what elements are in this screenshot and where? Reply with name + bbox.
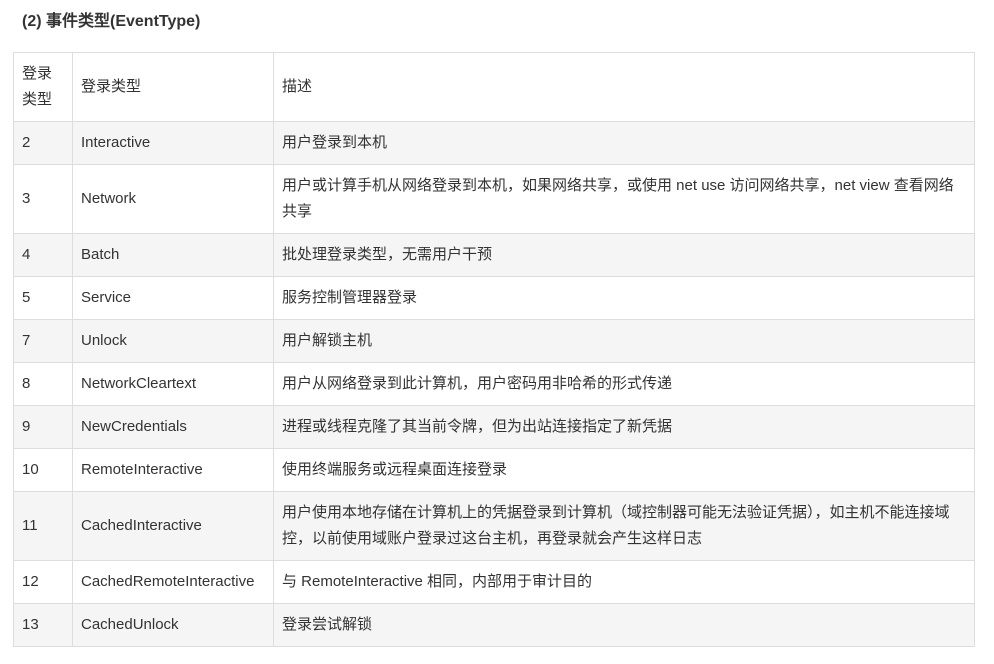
table-row: 2 Interactive 用户登录到本机: [13, 121, 975, 165]
header-logon-type: 登录类型: [72, 52, 274, 122]
cell-type: Batch: [72, 233, 274, 277]
cell-id: 10: [13, 448, 73, 492]
cell-id: 2: [13, 121, 73, 165]
cell-description: 批处理登录类型，无需用户干预: [273, 233, 975, 277]
cell-type: Network: [72, 164, 274, 234]
cell-type: CachedRemoteInteractive: [72, 560, 274, 604]
cell-description: 使用终端服务或远程桌面连接登录: [273, 448, 975, 492]
cell-id: 3: [13, 164, 73, 234]
cell-description: 与 RemoteInteractive 相同，内部用于审计目的: [273, 560, 975, 604]
cell-type: Interactive: [72, 121, 274, 165]
cell-type: NetworkCleartext: [72, 362, 274, 406]
table-row: 11 CachedInteractive 用户使用本地存储在计算机上的凭据登录到…: [13, 491, 975, 561]
table-row: 7 Unlock 用户解锁主机: [13, 319, 975, 363]
cell-id: 8: [13, 362, 73, 406]
cell-id: 9: [13, 405, 73, 449]
table-row: 9 NewCredentials 进程或线程克隆了其当前令牌，但为出站连接指定了…: [13, 405, 975, 449]
cell-description: 登录尝试解锁: [273, 603, 975, 647]
cell-type: NewCredentials: [72, 405, 274, 449]
table-row: 5 Service 服务控制管理器登录: [13, 276, 975, 320]
table-row: 10 RemoteInteractive 使用终端服务或远程桌面连接登录: [13, 448, 975, 492]
cell-id: 11: [13, 491, 73, 561]
cell-type: Unlock: [72, 319, 274, 363]
table-row: 3 Network 用户或计算手机从网络登录到本机，如果网络共享，或使用 net…: [13, 164, 975, 234]
table-row: 8 NetworkCleartext 用户从网络登录到此计算机，用户密码用非哈希…: [13, 362, 975, 406]
cell-description: 服务控制管理器登录: [273, 276, 975, 320]
cell-description: 用户使用本地存储在计算机上的凭据登录到计算机（域控制器可能无法验证凭据），如主机…: [273, 491, 975, 561]
cell-id: 13: [13, 603, 73, 647]
header-logon-type-id: 登录类型: [13, 52, 73, 122]
section-heading: (2) 事件类型(EventType): [22, 13, 201, 30]
table-row: 4 Batch 批处理登录类型，无需用户干预: [13, 233, 975, 277]
table-row: 12 CachedRemoteInteractive 与 RemoteInter…: [13, 560, 975, 604]
cell-type: CachedUnlock: [72, 603, 274, 647]
cell-description: 用户登录到本机: [273, 121, 975, 165]
cell-id: 5: [13, 276, 73, 320]
cell-description: 进程或线程克隆了其当前令牌，但为出站连接指定了新凭据: [273, 405, 975, 449]
cell-id: 12: [13, 560, 73, 604]
cell-description: 用户解锁主机: [273, 319, 975, 363]
cell-description: 用户或计算手机从网络登录到本机，如果网络共享，或使用 net use 访问网络共…: [273, 164, 975, 234]
cell-description: 用户从网络登录到此计算机，用户密码用非哈希的形式传递: [273, 362, 975, 406]
cell-type: CachedInteractive: [72, 491, 274, 561]
header-description: 描述: [273, 52, 975, 122]
cell-id: 7: [13, 319, 73, 363]
table-row: 13 CachedUnlock 登录尝试解锁: [13, 603, 975, 647]
table-header-row: 登录类型 登录类型 描述: [13, 52, 975, 122]
cell-id: 4: [13, 233, 73, 277]
event-type-table: 登录类型 登录类型 描述 2 Interactive 用户登录到本机 3 Net…: [13, 52, 975, 647]
cell-type: Service: [72, 276, 274, 320]
cell-type: RemoteInteractive: [72, 448, 274, 492]
